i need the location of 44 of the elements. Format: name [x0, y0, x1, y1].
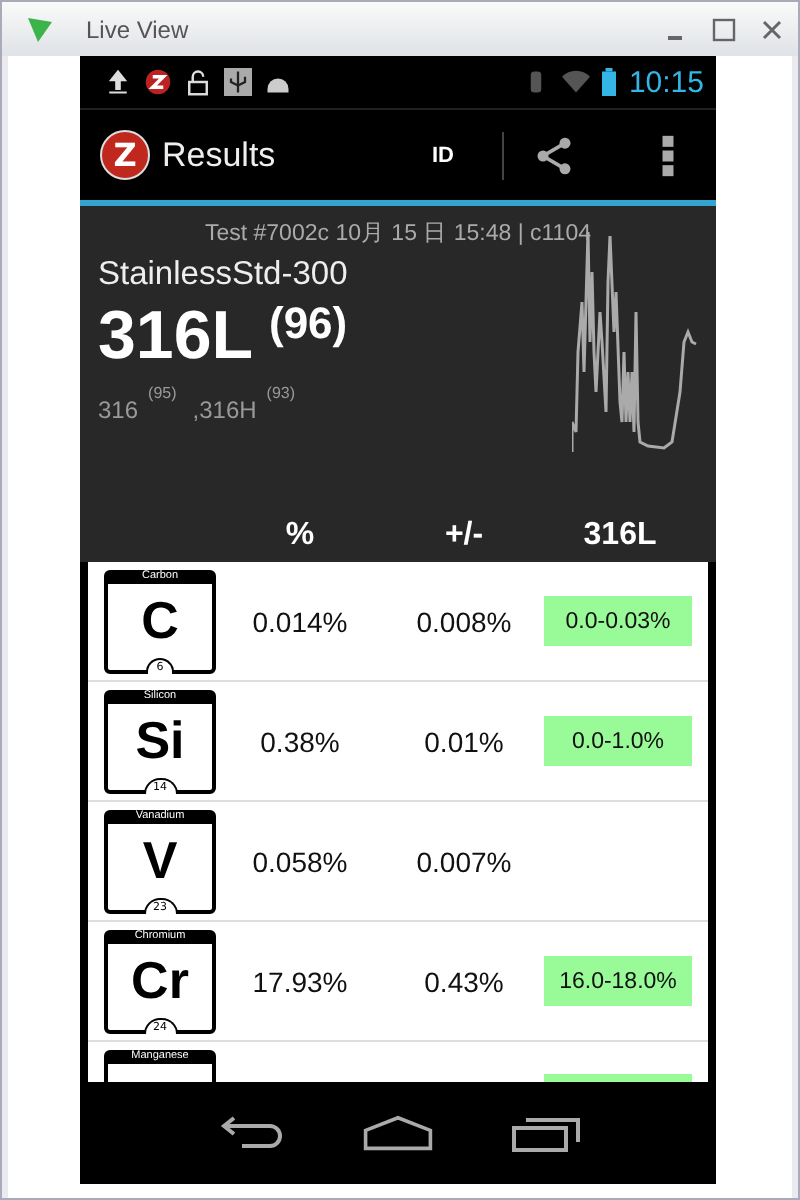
id-button[interactable]: ID — [420, 135, 466, 175]
wifi-icon — [562, 68, 591, 96]
element-symbol: Cr — [131, 949, 189, 1009]
error-value: 0.01% — [422, 725, 506, 757]
logo-icon — [144, 68, 172, 96]
element-symbol: V — [142, 829, 178, 889]
close-button[interactable] — [758, 15, 786, 43]
percent-value: 0.38% — [258, 725, 342, 757]
column-header: % — [283, 518, 317, 554]
percent-value: 17.93% — [250, 965, 350, 997]
alternative-score: (95) — [148, 384, 177, 402]
material-name: StainlessStd-300 — [98, 256, 350, 294]
share-icon[interactable] — [532, 133, 576, 177]
grade-score: (96) — [269, 298, 348, 350]
element-symbol: Si — [135, 709, 185, 769]
alternative-grade: 316 — [98, 396, 139, 424]
range-value: 16.0-18.0% — [544, 956, 692, 1006]
error-value: 0.008% — [414, 605, 514, 637]
percent-value: 0.014% — [250, 605, 350, 637]
usb-icon — [224, 68, 252, 96]
overflow-menu-icon[interactable] — [660, 133, 676, 177]
battery-icon — [602, 68, 617, 96]
home-icon[interactable] — [362, 1113, 434, 1153]
range-value: 0.0-0.03% — [544, 596, 692, 646]
app-logo[interactable]: Z — [100, 130, 150, 180]
column-header: +/- — [442, 518, 486, 554]
error-value: 0.43% — [422, 965, 506, 997]
app-icon — [26, 15, 54, 43]
element-symbol: C — [141, 589, 179, 649]
upload-icon — [104, 68, 132, 96]
screen-title: Results — [162, 135, 276, 175]
recent-apps-icon[interactable] — [510, 1113, 582, 1153]
maximize-button[interactable] — [710, 15, 738, 43]
column-header: 316L — [581, 518, 659, 554]
alternative-score: (93) — [266, 384, 296, 402]
clock: 10:15 — [628, 65, 704, 99]
test-info: Test #7002c 10月 15 日 15:48 | c1104 — [202, 220, 593, 248]
error-value: 0.007% — [414, 845, 514, 877]
grade-name: 316L — [98, 298, 253, 376]
alternative-grade: ,316H — [192, 396, 257, 424]
window-title: Live View — [86, 15, 189, 43]
unlock-icon — [184, 68, 212, 96]
range-value: 0.0-1.0% — [544, 716, 692, 766]
percent-value: 0.058% — [250, 845, 350, 877]
